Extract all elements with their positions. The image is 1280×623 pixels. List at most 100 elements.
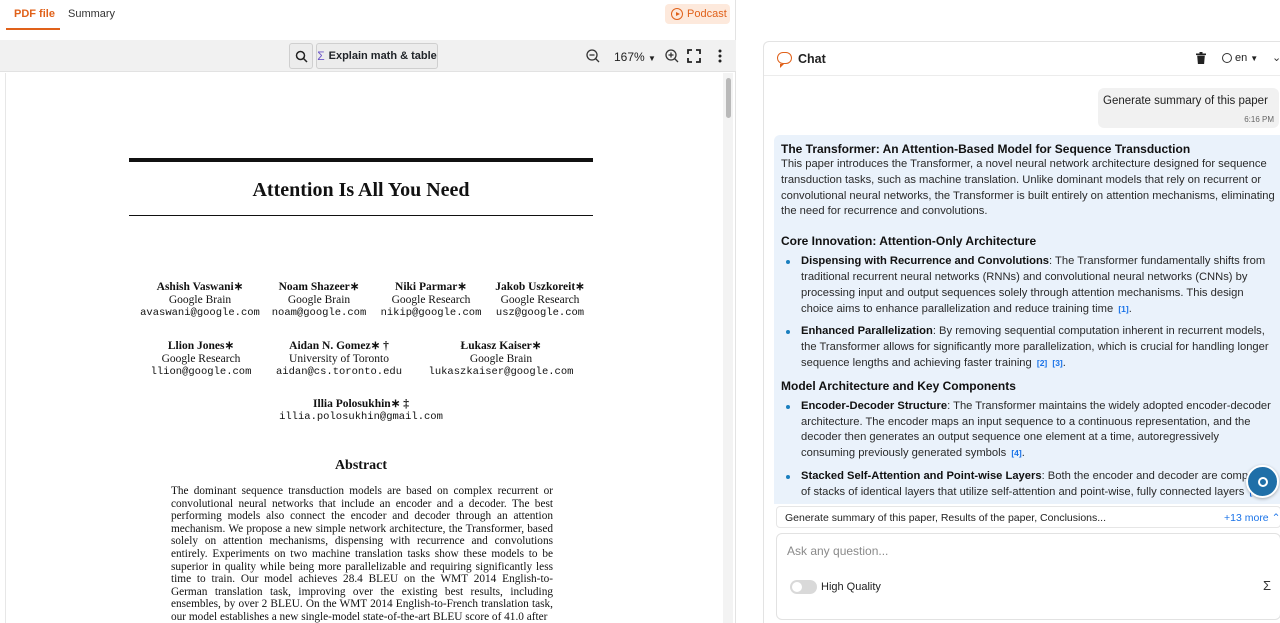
trash-icon[interactable] bbox=[1196, 52, 1206, 64]
zoom-level[interactable]: 167% ▼ bbox=[614, 50, 656, 64]
author-email: illia.polosukhin@gmail.com bbox=[279, 411, 443, 423]
author-affiliation: University of Toronto bbox=[289, 353, 389, 365]
search-button[interactable] bbox=[289, 43, 313, 69]
author-block: Illia Polosukhin∗ ‡ illia.polosukhin@gma… bbox=[276, 398, 446, 424]
author-block: Jakob Uszkoreit∗ Google Research usz@goo… bbox=[490, 281, 590, 320]
author-affiliation: Google Research bbox=[391, 294, 471, 306]
podcast-label: Podcast bbox=[687, 8, 727, 20]
answer-intro: This paper introduces the Transformer, a… bbox=[781, 158, 1275, 218]
author-email: llion@google.com bbox=[150, 366, 252, 378]
author-email: nikip@google.com bbox=[380, 307, 482, 319]
list-item: Stacked Self-Attention and Point-wise La… bbox=[781, 469, 1275, 501]
answer-content: The Transformer: An Attention-Based Mode… bbox=[781, 142, 1275, 504]
abstract-text: The dominant sequence transduction model… bbox=[171, 485, 553, 623]
globe-icon bbox=[1222, 53, 1232, 63]
author-block: Aidan N. Gomez∗ † University of Toronto … bbox=[274, 340, 404, 379]
author-email: avaswani@google.com bbox=[140, 307, 260, 319]
citation-link[interactable]: [1] bbox=[1118, 304, 1128, 314]
assistant-avatar-button[interactable] bbox=[1246, 465, 1279, 498]
zoom-value: 167% bbox=[614, 50, 645, 64]
list-item: Enhanced Parallelization: By removing se… bbox=[781, 324, 1275, 371]
item-lead: Encoder-Decoder Structure bbox=[801, 399, 948, 412]
sigma-icon: Σ bbox=[317, 49, 325, 63]
author-email: lukaszkaiser@google.com bbox=[428, 366, 574, 378]
language-selector[interactable]: en ▼ bbox=[1222, 52, 1258, 64]
tab-bar: PDF file Summary Podcast bbox=[0, 0, 736, 32]
author-name: Niki Parmar∗ bbox=[395, 281, 467, 293]
chat-bubble-icon bbox=[777, 52, 792, 68]
author-name: Aidan N. Gomez∗ † bbox=[289, 340, 389, 352]
title-rule-bottom bbox=[129, 215, 593, 216]
author-name: Illia Polosukhin∗ ‡ bbox=[313, 398, 409, 410]
pdf-page: Attention Is All You Need Ashish Vaswani… bbox=[5, 73, 716, 623]
tab-summary[interactable]: Summary bbox=[68, 8, 115, 20]
app-root: PDF file Summary Podcast Σ Explain math … bbox=[0, 0, 1280, 623]
citation-link[interactable]: [4] bbox=[1011, 448, 1021, 458]
explain-label: Explain math & table bbox=[328, 50, 437, 62]
user-message-text: Generate summary of this paper bbox=[1103, 95, 1268, 107]
more-vertical-icon[interactable] bbox=[712, 48, 728, 64]
pdf-toolbar: Σ Explain math & table 167% ▼ bbox=[0, 40, 736, 72]
author-block: Ashish Vaswani∗ Google Brain avaswani@go… bbox=[134, 281, 266, 320]
user-message-bubble: Generate summary of this paper 6:16 PM bbox=[1098, 88, 1279, 128]
author-name: Llion Jones∗ bbox=[167, 340, 235, 352]
question-input[interactable] bbox=[787, 542, 1267, 560]
zoom-out-icon[interactable] bbox=[585, 48, 601, 64]
author-email: aidan@cs.toronto.edu bbox=[275, 366, 403, 378]
zoom-in-icon[interactable] bbox=[664, 48, 680, 64]
search-icon bbox=[295, 50, 308, 63]
play-circle-icon bbox=[671, 8, 683, 20]
collapse-chevron-icon[interactable]: ⌄ bbox=[1272, 51, 1280, 64]
chat-title: Chat bbox=[798, 52, 826, 66]
chevron-down-icon: ▼ bbox=[648, 54, 656, 63]
explain-math-table-button[interactable]: Σ Explain math & table bbox=[316, 43, 438, 69]
title-rule-top bbox=[129, 158, 593, 162]
paper-title: Attention Is All You Need bbox=[252, 179, 470, 201]
podcast-button[interactable]: Podcast bbox=[665, 4, 730, 24]
section-list: Dispensing with Recurrence and Convoluti… bbox=[781, 254, 1275, 372]
message-timestamp: 6:16 PM bbox=[1244, 115, 1274, 124]
author-block: Llion Jones∗ Google Research llion@googl… bbox=[146, 340, 256, 379]
high-quality-label: High Quality bbox=[821, 581, 881, 593]
more-suggestions-link[interactable]: +13 more ⌃ bbox=[1224, 512, 1280, 524]
answer-title: The Transformer: An Attention-Based Mode… bbox=[781, 142, 1191, 156]
author-affiliation: Google Brain bbox=[469, 353, 533, 365]
suggestions-bar[interactable]: Generate summary of this paper, Results … bbox=[776, 506, 1280, 528]
sigma-icon[interactable]: Σ bbox=[1263, 578, 1271, 593]
high-quality-toggle[interactable] bbox=[790, 580, 817, 594]
citation-link[interactable]: [3] bbox=[1052, 358, 1062, 368]
section-heading: Model Architecture and Key Components bbox=[781, 378, 1016, 393]
abstract-heading: Abstract bbox=[334, 458, 388, 473]
author-email: usz@google.com bbox=[495, 307, 585, 319]
author-block: Niki Parmar∗ Google Research nikip@googl… bbox=[379, 281, 483, 320]
author-block: Łukasz Kaiser∗ Google Brain lukaszkaiser… bbox=[426, 340, 576, 379]
citation-link[interactable]: [2] bbox=[1037, 358, 1047, 368]
author-name: Łukasz Kaiser∗ bbox=[460, 340, 542, 352]
author-name: Noam Shazeer∗ bbox=[278, 281, 360, 293]
chevron-down-icon: ▼ bbox=[1250, 53, 1259, 63]
user-icon bbox=[1257, 476, 1268, 487]
author-name: Ashish Vaswani∗ bbox=[156, 281, 244, 293]
pdf-scrollbar[interactable] bbox=[723, 73, 733, 623]
list-item: Dispensing with Recurrence and Convoluti… bbox=[781, 254, 1275, 317]
assistant-answer: The Transformer: An Attention-Based Mode… bbox=[774, 135, 1280, 504]
author-email: noam@google.com bbox=[271, 307, 367, 319]
chat-composer: High Quality Σ bbox=[776, 533, 1280, 620]
more-count: +13 more bbox=[1224, 512, 1269, 524]
author-block: Noam Shazeer∗ Google Brain noam@google.c… bbox=[269, 281, 369, 320]
item-lead: Stacked Self-Attention and Point-wise La… bbox=[801, 469, 1042, 482]
toggle-knob bbox=[792, 582, 802, 592]
author-affiliation: Google Research bbox=[161, 353, 241, 365]
pdf-scroll-thumb[interactable] bbox=[726, 78, 731, 118]
tab-pdf-file[interactable]: PDF file bbox=[14, 8, 55, 20]
suggestions-text[interactable]: Generate summary of this paper, Results … bbox=[785, 512, 1106, 524]
item-lead: Dispensing with Recurrence and Convoluti… bbox=[801, 255, 1050, 268]
pdf-pane: PDF file Summary Podcast Σ Explain math … bbox=[0, 0, 736, 623]
author-affiliation: Google Brain bbox=[168, 294, 232, 306]
author-affiliation: Google Research bbox=[500, 294, 580, 306]
fullscreen-icon[interactable] bbox=[686, 48, 702, 64]
chevron-up-icon: ⌃ bbox=[1271, 512, 1280, 524]
list-item: Encoder-Decoder Structure: The Transform… bbox=[781, 399, 1275, 462]
item-lead: Enhanced Parallelization bbox=[801, 325, 933, 338]
active-tab-indicator bbox=[6, 28, 60, 30]
